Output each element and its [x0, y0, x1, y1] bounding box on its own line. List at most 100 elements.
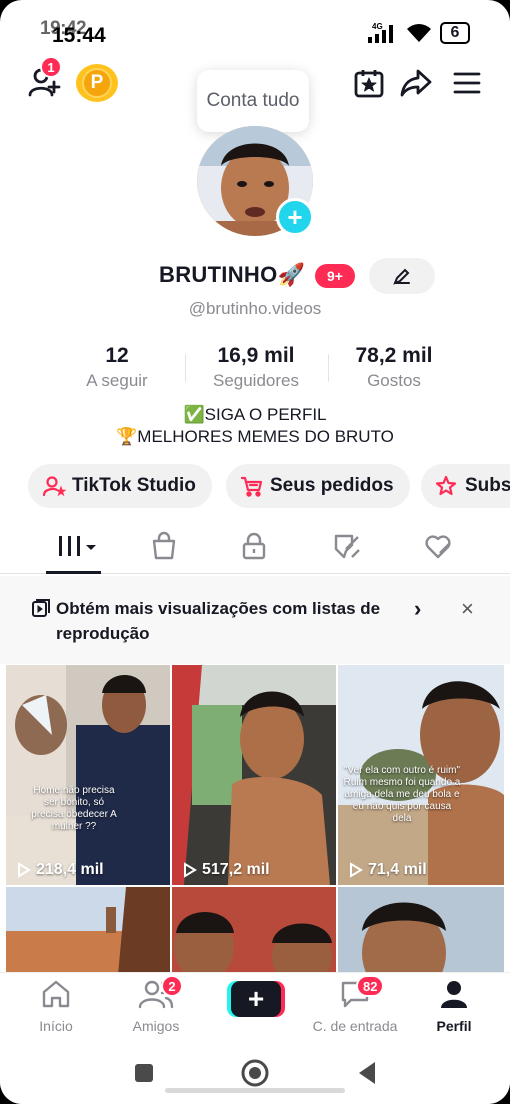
- profile-action-pills: TikTok Studio Seus pedidos Subs: [0, 464, 510, 510]
- video-thumbnail[interactable]: 517,2 mil: [172, 665, 336, 885]
- play-icon: [350, 862, 363, 878]
- profile-username: BRUTINHO🚀: [159, 262, 306, 287]
- coins-button[interactable]: P: [76, 64, 118, 102]
- recents-square-icon[interactable]: [133, 1062, 155, 1084]
- plus-icon: +: [287, 202, 303, 232]
- video-thumbnail-image: [6, 887, 170, 975]
- profile-name-row: BRUTINHO🚀 9+: [0, 258, 510, 294]
- shopping-cart-icon: [240, 476, 263, 497]
- home-circle-icon[interactable]: [240, 1058, 270, 1088]
- nav-inbox[interactable]: C. de entrada 82: [300, 975, 410, 1034]
- nav-inbox-label: C. de entrada: [312, 1018, 398, 1034]
- add-story-button[interactable]: +: [276, 198, 314, 236]
- plus-icon: +: [231, 981, 281, 1017]
- stat-likes-label: Gostos: [367, 371, 421, 390]
- playlist-icon: [32, 599, 50, 617]
- nav-home-label: Início: [39, 1018, 73, 1034]
- play-icon: [184, 862, 197, 878]
- video-thumbnail[interactable]: [172, 887, 336, 975]
- nav-friends-label: Amigos: [132, 1018, 180, 1034]
- close-banner-button[interactable]: ×: [461, 596, 474, 622]
- profile-stats: 12 A seguir 16,9 mil Seguidores 78,2 mil…: [0, 344, 510, 394]
- notification-badge[interactable]: 9+: [315, 264, 355, 288]
- subscriptions-button[interactable]: Subs: [421, 464, 510, 508]
- add-friend-button[interactable]: 1: [24, 56, 64, 102]
- chevron-right-icon[interactable]: ›: [414, 596, 421, 622]
- lock-icon: [242, 532, 266, 560]
- profile-person-icon: [441, 981, 467, 1008]
- calendar-star-button[interactable]: [350, 64, 388, 102]
- tab-videos[interactable]: [43, 528, 113, 564]
- stat-following-label: A seguir: [86, 371, 148, 390]
- content-tabs: [0, 522, 510, 574]
- video-thumbnail[interactable]: [338, 887, 504, 975]
- nav-home[interactable]: Início: [11, 979, 101, 1034]
- tooltip-bubble: Conta tudo: [197, 70, 309, 132]
- play-icon: [18, 862, 31, 878]
- nav-friends[interactable]: Amigos 2: [111, 975, 201, 1034]
- video-thumbnail[interactable]: "Ver ela com outro é ruim" Ruim mesmo fo…: [338, 665, 504, 885]
- shopping-bag-icon: [152, 531, 176, 560]
- tab-private[interactable]: [219, 528, 289, 564]
- person-star-icon: [42, 476, 66, 497]
- friends-badge: 2: [161, 975, 183, 997]
- tiktok-profile-screen: 19:42 15:44 4G 6 1 P Conta tudo + BRUTIN…: [0, 0, 510, 1104]
- back-triangle-icon[interactable]: [355, 1060, 379, 1086]
- edit-profile-button[interactable]: [369, 258, 435, 294]
- home-icon: [42, 980, 70, 1008]
- playlist-promo-banner[interactable]: Obtém mais visualizações com listas de r…: [0, 576, 510, 664]
- stat-following[interactable]: 12 A seguir: [70, 344, 164, 391]
- inbox-badge: 82: [356, 975, 385, 997]
- video-caption: Home não precisa ser bonito, só precisa …: [31, 785, 117, 832]
- liked-heart-icon: [425, 535, 451, 559]
- nav-profile[interactable]: Perfil: [409, 979, 499, 1034]
- calendar-star-icon: [354, 70, 384, 98]
- video-caption: "Ver ela com outro é ruim" Ruim mesmo fo…: [343, 765, 461, 824]
- share-arrow-icon: [400, 69, 432, 97]
- video-thumbnail[interactable]: [6, 887, 170, 975]
- bio-line-1: ✅SIGA O PERFIL: [183, 405, 327, 424]
- battery-icon: 6: [440, 22, 470, 44]
- profile-handle: @brutinho.videos: [188, 299, 322, 318]
- wifi-icon: [407, 24, 431, 42]
- follow-requests-badge: 1: [40, 56, 62, 78]
- tab-liked[interactable]: [403, 528, 473, 564]
- hamburger-menu-icon: [453, 72, 481, 94]
- gesture-handle[interactable]: [165, 1088, 345, 1093]
- stat-followers-label: Seguidores: [212, 371, 299, 390]
- status-time: 15:44: [52, 24, 106, 47]
- video-view-count: 218,4 mil: [36, 861, 104, 878]
- your-orders-button[interactable]: Seus pedidos: [226, 464, 410, 508]
- your-orders-label: Seus pedidos: [270, 475, 394, 496]
- tab-reposts[interactable]: [312, 528, 382, 564]
- signal-icon: 4G: [368, 22, 393, 43]
- video-thumbnail-image: [338, 887, 504, 975]
- stat-followers[interactable]: 16,9 mil Seguidores: [196, 344, 316, 391]
- video-thumbnail-image: [172, 887, 336, 975]
- menu-button[interactable]: [448, 64, 486, 102]
- video-thumbnail[interactable]: Home não precisa ser bonito, só precisa …: [6, 665, 170, 885]
- system-navigation-bar: [0, 1042, 510, 1104]
- battery-level: 6: [450, 24, 460, 41]
- stat-likes-value: 78,2 mil: [355, 344, 433, 367]
- stat-following-value: 12: [105, 344, 129, 367]
- video-view-count: 517,2 mil: [202, 861, 270, 878]
- share-button[interactable]: [397, 64, 435, 102]
- tab-shop[interactable]: [129, 528, 199, 564]
- profile-bio: ✅SIGA O PERFIL 🏆MELHORES MEMES DO BRUTO: [0, 404, 510, 448]
- active-tab-indicator: [46, 571, 101, 574]
- star-sparkle-icon: [435, 475, 457, 496]
- status-bar: 19:42 15:44 4G 6: [0, 14, 510, 50]
- tiktok-studio-label: TikTok Studio: [72, 475, 196, 496]
- video-views: 71,4 mil: [348, 861, 427, 879]
- stats-divider: [185, 354, 186, 382]
- bio-line-2: 🏆MELHORES MEMES DO BRUTO: [116, 427, 394, 446]
- coin-icon: P: [82, 68, 112, 98]
- tooltip-text: Conta tudo: [206, 90, 300, 111]
- stat-followers-value: 16,9 mil: [217, 344, 295, 367]
- video-views: 517,2 mil: [182, 861, 270, 879]
- video-view-count: 71,4 mil: [368, 861, 427, 878]
- tiktok-studio-button[interactable]: TikTok Studio: [28, 464, 212, 508]
- create-video-button[interactable]: +: [227, 981, 285, 1017]
- stat-likes[interactable]: 78,2 mil Gostos: [340, 344, 448, 391]
